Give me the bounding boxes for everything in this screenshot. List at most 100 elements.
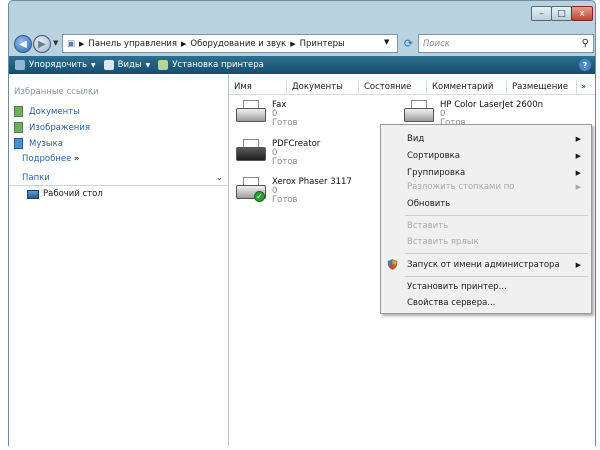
menu-item-label: Сортировка [407,150,460,161]
views-label: Виды [117,60,142,70]
forward-button[interactable]: ▶ [33,35,51,53]
printer-item-xerox[interactable]: ✓ Xerox Phaser 3117 0 Готов [234,177,352,205]
favorite-music[interactable]: Музыка [14,138,63,149]
column-label: Размещение [512,82,569,92]
breadcrumb-printers[interactable]: Принтеры [300,39,345,49]
column-header-name[interactable]: Имя [229,79,287,95]
menu-item-label: Вставить [407,220,449,231]
column-label: Состояние [364,82,412,92]
pictures-icon [14,122,23,133]
printer-item-pdfcreator[interactable]: PDFCreator 0 Готов [234,139,320,167]
menu-item-label: Вставить ярлык [407,236,479,247]
menu-item-label: Свойства сервера... [407,297,496,308]
menu-separator [405,276,588,277]
close-button[interactable]: x [571,6,593,21]
favorite-label: Документы [29,106,80,117]
tree-item-label: Рабочий стол [43,189,103,199]
recent-pages-icon[interactable]: ▼ [53,39,58,47]
search-input[interactable]: Поиск ⚲ [418,34,594,53]
breadcrumb-separator-icon[interactable]: ▶ [181,40,186,48]
tree-item-desktop[interactable]: Рабочий стол [27,189,103,199]
column-header-status[interactable]: Состояние [359,79,427,95]
organize-icon [15,60,25,70]
column-headers: Имя Документы Состояние Комментарий Разм… [229,79,595,95]
add-printer-label: Установка принтера [172,60,264,70]
column-label: Документы [292,82,343,92]
menu-item-paste-shortcut[interactable]: Вставить ярлык [381,233,591,250]
printer-icon: ✓ [234,177,268,203]
printer-name: HP Color LaserJet 2600n [440,100,544,110]
more-link[interactable]: Подробнее » [22,154,80,164]
column-header-location[interactable]: Размещение [507,79,577,95]
search-icon[interactable]: ⚲ [582,38,589,49]
menu-item-label: Вид [407,133,425,144]
printer-name: Xerox Phaser 3117 [272,177,352,187]
address-dropdown-icon[interactable]: ▼ [384,38,389,46]
folders-header[interactable]: Папки ⌄ [9,171,229,186]
address-bar[interactable]: ▣ ▶ Панель управления ▶ Оборудование и з… [62,34,398,53]
favorite-documents[interactable]: Документы [14,106,80,117]
submenu-arrow-icon: ▶ [575,168,581,177]
control-panel-icon: ▣ [67,38,76,49]
folders-label: Папки [22,173,50,183]
menu-item-refresh[interactable]: Обновить [381,195,591,212]
minimize-button[interactable]: – [531,6,552,21]
favorite-label: Изображения [29,122,91,133]
organize-button[interactable]: Упорядочить ▼ [15,60,96,70]
column-header-comment[interactable]: Комментарий [427,79,507,95]
printer-item-fax[interactable]: Fax 0 Готов [234,100,298,128]
menu-item-label: Группировка [407,167,466,178]
submenu-arrow-icon: ▶ [575,151,581,160]
add-printer-icon [158,60,169,70]
printer-status: Готов [272,195,298,205]
chevron-down-icon: ⌄ [215,173,223,183]
back-button[interactable]: ◀ [14,35,32,53]
double-chevron-icon: » [74,154,80,164]
more-label: Подробнее [22,154,72,164]
printer-icon [234,100,268,126]
printer-icon [402,100,436,126]
organize-label: Упорядочить [29,60,88,70]
menu-item-paste[interactable]: Вставить [381,217,591,234]
menu-separator [405,253,588,254]
breadcrumb-control-panel[interactable]: Панель управления [88,39,177,49]
menu-separator [405,215,588,216]
menu-item-sort[interactable]: Сортировка ▶ [381,147,591,164]
printer-icon [234,139,268,165]
column-header-documents[interactable]: Документы [287,79,359,95]
favorite-pictures[interactable]: Изображения [14,122,90,133]
breadcrumb-hardware[interactable]: Оборудование и звук [190,39,286,49]
printer-name: PDFCreator [272,139,321,149]
more-columns-icon[interactable]: » [577,80,595,95]
menu-item-label: Запуск от имени администратора [407,259,560,270]
column-label: Имя [234,82,252,92]
chevron-down-icon: ▼ [91,61,96,69]
chevron-down-icon: ▼ [145,61,151,69]
menu-item-stack[interactable]: Разложить стопками по ▶ [381,178,591,195]
context-menu: Вид ▶ Сортировка ▶ Группировка ▶ Разложи… [380,124,592,314]
submenu-arrow-icon: ▶ [575,260,581,269]
command-bar: Упорядочить ▼ Виды ▼ Установка принтера [9,56,595,74]
submenu-arrow-icon: ▶ [575,182,581,191]
shield-icon [387,259,398,270]
breadcrumb-separator-icon[interactable]: ▶ [79,40,84,48]
refresh-icon[interactable]: ⟳ [400,35,417,52]
favorite-label: Музыка [29,138,63,149]
menu-item-view[interactable]: Вид ▶ [381,130,591,147]
add-printer-button[interactable]: Установка принтера [158,60,264,70]
help-icon[interactable]: ? [579,59,591,71]
breadcrumb-separator-icon[interactable]: ▶ [290,40,295,48]
favorites-title: Избранные ссылки [14,87,99,97]
default-check-icon: ✓ [254,191,265,202]
views-button[interactable]: Виды ▼ [103,60,151,70]
menu-item-server-properties[interactable]: Свойства сервера... [381,294,591,311]
submenu-arrow-icon: ▶ [575,134,581,143]
music-icon [14,138,23,149]
search-placeholder: Поиск [423,38,450,49]
maximize-button[interactable]: □ [551,6,572,21]
printer-status: Готов [272,118,298,128]
menu-item-install-printer[interactable]: Установить принтер... [381,278,591,295]
menu-item-label: Разложить стопками по [407,181,515,192]
menu-item-run-as-admin[interactable]: Запуск от имени администратора ▶ [381,256,591,273]
column-label: Комментарий [432,82,494,92]
